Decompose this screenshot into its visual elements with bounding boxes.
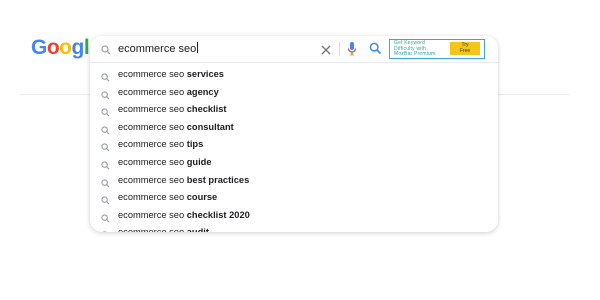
text-cursor <box>197 42 199 53</box>
suggestion-completion: best practices <box>186 174 250 185</box>
logo-letter: g <box>71 36 85 59</box>
suggestion-completion: checklist <box>186 104 227 115</box>
suggestion-item[interactable]: ecommerce seo best practices <box>90 171 498 189</box>
suggestion-text: ecommerce seo tips <box>118 138 203 150</box>
suggestion-text: ecommerce seo audit <box>118 226 209 232</box>
suggestion-item[interactable]: ecommerce seo course <box>90 188 498 206</box>
suggestion-prefix: ecommerce seo <box>118 121 187 132</box>
suggestion-item[interactable]: ecommerce seo services <box>90 65 498 83</box>
suggestion-prefix: ecommerce seo <box>118 86 187 97</box>
suggestion-item[interactable]: ecommerce seo tips <box>90 135 498 153</box>
search-submit-button[interactable] <box>369 42 382 55</box>
suggestion-item[interactable]: ecommerce seo checklist <box>90 100 498 118</box>
suggestion-prefix: ecommerce seo <box>118 192 187 203</box>
suggestion-item[interactable]: ecommerce seo checklist 2020 <box>90 206 498 224</box>
suggestion-completion: services <box>186 69 224 79</box>
logo-letter: o <box>59 36 72 59</box>
suggestion-text: ecommerce seo checklist <box>118 103 227 115</box>
promo-line: MozBar Premium <box>394 51 436 58</box>
suggestion-prefix: ecommerce seo <box>118 139 187 150</box>
suggestion-text: ecommerce seo course <box>118 191 217 203</box>
suggestion-prefix: ecommerce seo <box>118 69 187 79</box>
dropdown-divider <box>90 62 498 63</box>
try-free-button[interactable]: Try Free <box>450 42 480 55</box>
clear-button[interactable] <box>320 43 332 55</box>
suggestion-completion: guide <box>186 156 212 167</box>
suggestion-text: ecommerce seo guide <box>118 156 212 168</box>
suggestion-prefix: ecommerce seo <box>118 156 187 167</box>
search-icon <box>369 42 382 59</box>
suggestion-text: ecommerce seo best practices <box>118 174 249 186</box>
suggestion-text: ecommerce seo checklist 2020 <box>118 209 250 221</box>
suggestion-item[interactable]: ecommerce seo agency <box>90 83 498 101</box>
microphone-icon <box>346 42 358 61</box>
search-dropdown: ecommerce seo Get Keyword Difficulty wit… <box>90 36 498 232</box>
suggestion-completion: tips <box>186 139 204 150</box>
suggestion-prefix: ecommerce seo <box>118 209 187 220</box>
try-free-label: Free <box>459 47 471 54</box>
suggestion-completion: agency <box>186 86 219 97</box>
logo-letter: o <box>46 36 60 59</box>
suggestion-prefix: ecommerce seo <box>118 104 187 115</box>
logo-letter: G <box>31 36 47 59</box>
search-icon <box>101 227 110 232</box>
suggestion-list: ecommerce seo services ecommerce seo agen… <box>90 65 498 232</box>
suggestion-completion: checklist 2020 <box>186 209 250 220</box>
suggestion-prefix: ecommerce seo <box>118 227 187 232</box>
search-bar[interactable]: ecommerce seo Get Keyword Difficulty wit… <box>90 36 498 62</box>
mozbar-promo-text: Get Keyword Difficulty with MozBar Premi… <box>394 40 450 58</box>
search-icon <box>101 42 111 60</box>
suggestion-item[interactable]: ecommerce seo guide <box>90 153 498 171</box>
suggestion-completion: audit <box>187 227 209 232</box>
suggestion-text: ecommerce seo services <box>118 68 224 80</box>
voice-search-button[interactable] <box>346 41 358 57</box>
search-input[interactable]: ecommerce seo <box>118 42 199 56</box>
mozbar-promo[interactable]: Get Keyword Difficulty with MozBar Premi… <box>389 39 485 59</box>
suggestion-completion: consultant <box>186 121 234 132</box>
suggestion-text: ecommerce seo consultant <box>118 121 234 133</box>
suggestion-item[interactable]: ecommerce seo audit <box>90 223 498 232</box>
search-query-text: ecommerce seo <box>118 43 197 55</box>
suggestion-text: ecommerce seo agency <box>118 86 219 98</box>
suggestion-prefix: ecommerce seo <box>118 174 187 185</box>
button-separator <box>339 42 340 56</box>
close-icon <box>320 43 332 60</box>
suggestion-item[interactable]: ecommerce seo consultant <box>90 118 498 136</box>
suggestion-completion: course <box>186 192 218 203</box>
